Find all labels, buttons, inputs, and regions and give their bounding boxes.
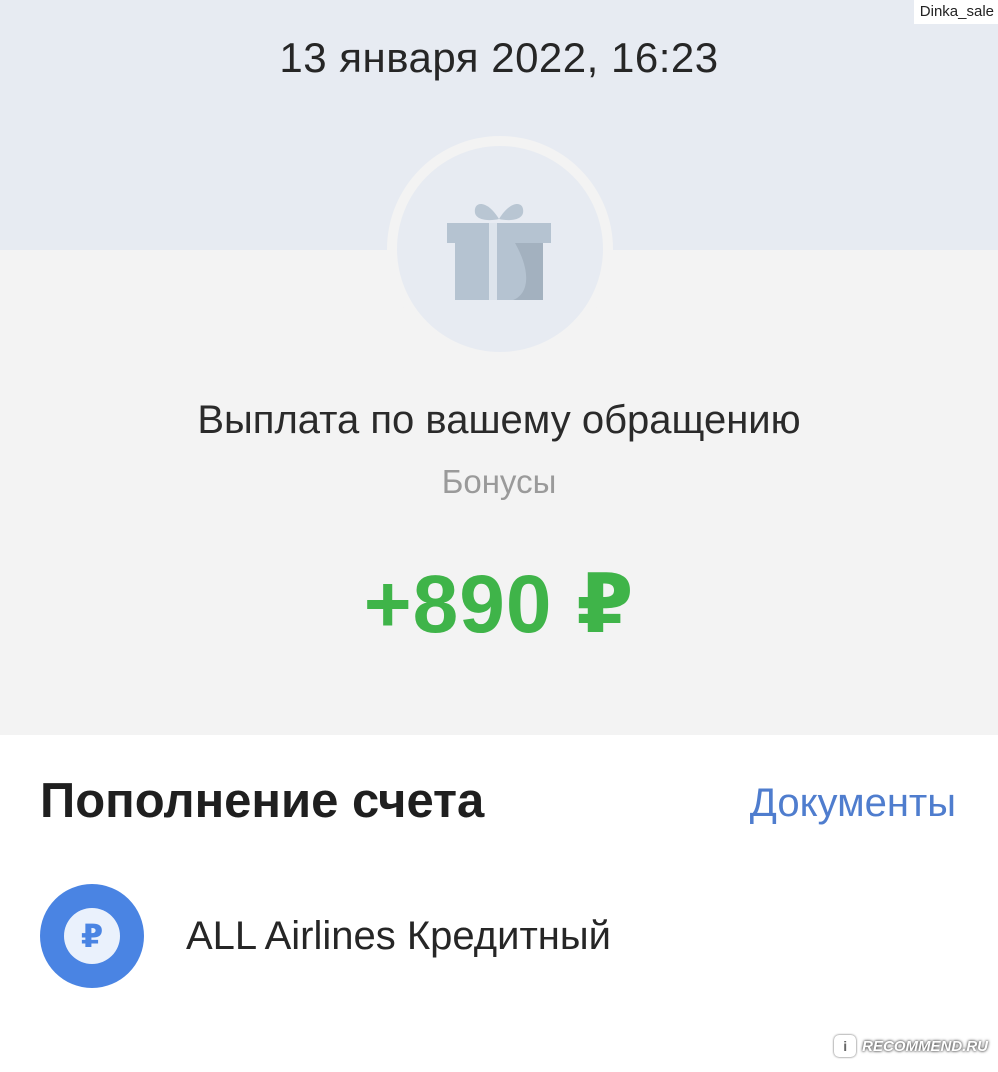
operation-date: 13 января 2022, 16:23	[279, 34, 719, 81]
operation-amount: +890 ₽	[363, 559, 635, 650]
operation-title: Выплата по вашему обращению	[197, 398, 801, 442]
account-row[interactable]: ₽ ALL Airlines Кредитный	[40, 884, 940, 988]
watermark-recommend: i RECOMMEND.RU	[834, 1031, 988, 1061]
watermark-text: RECOMMEND.RU	[862, 1037, 988, 1055]
account-name: ALL Airlines Кредитный	[186, 914, 611, 958]
ruble-icon: ₽	[64, 908, 120, 964]
operation-category: Бонусы	[441, 463, 557, 500]
account-icon: ₽	[40, 884, 144, 988]
info-icon: i	[834, 1035, 857, 1057]
ruble-symbol: ₽	[80, 918, 104, 954]
gift-icon	[447, 203, 551, 300]
watermark-username: Dinka_sale	[913, 0, 998, 24]
section-title: Пополнение счета	[40, 774, 485, 828]
documents-link[interactable]: Документы	[750, 781, 956, 826]
